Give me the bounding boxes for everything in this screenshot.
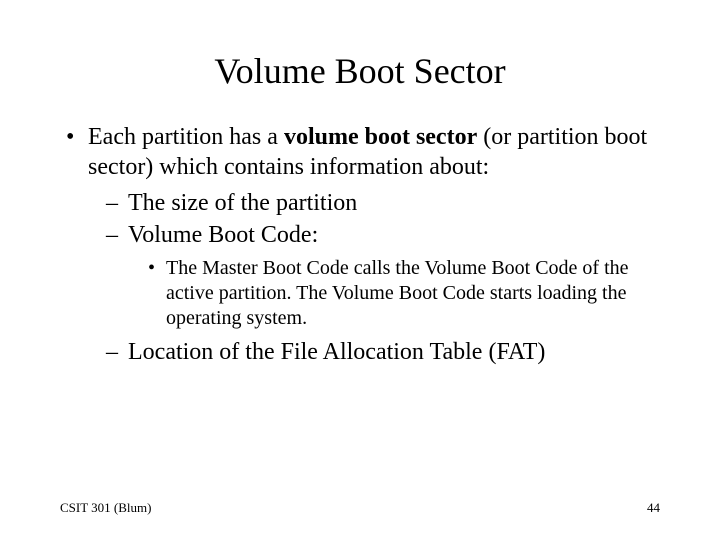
- subsub-list: The Master Boot Code calls the Volume Bo…: [146, 256, 660, 331]
- sub2-text: Volume Boot Code:: [128, 222, 318, 248]
- slide-number: 44: [647, 500, 660, 516]
- footer-left: CSIT 301 (Blum): [60, 500, 152, 516]
- bullet1-bold: volume boot sector: [284, 124, 477, 150]
- bullet-list: Each partition has a volume boot sector …: [60, 122, 660, 367]
- bullet-item-1: Each partition has a volume boot sector …: [60, 122, 660, 367]
- subsub-item: The Master Boot Code calls the Volume Bo…: [146, 256, 660, 331]
- bullet1-pre: Each partition has a: [88, 124, 284, 150]
- sub1-text: The size of the partition: [128, 190, 357, 216]
- slide-title: Volume Boot Sector: [60, 50, 660, 92]
- slide: Volume Boot Sector Each partition has a …: [0, 0, 720, 540]
- subsub-text: The Master Boot Code calls the Volume Bo…: [166, 257, 629, 329]
- sub-list: The size of the partition Volume Boot Co…: [106, 188, 660, 367]
- sub-item-1: The size of the partition: [106, 188, 660, 218]
- sub3-text: Location of the File Allocation Table (F…: [128, 339, 545, 365]
- sub-item-2: Volume Boot Code: The Master Boot Code c…: [106, 220, 660, 331]
- sub-item-3: Location of the File Allocation Table (F…: [106, 337, 660, 367]
